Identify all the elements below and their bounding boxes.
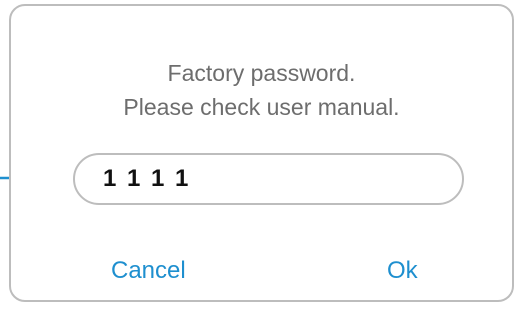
password-field[interactable]: 1 1 1 1 (73, 153, 464, 205)
message-line-1: Factory password. (167, 60, 356, 86)
ok-button[interactable]: Ok (387, 257, 418, 285)
dialog-message: Factory password. Please check user manu… (11, 56, 512, 124)
password-value: 1 1 1 1 (103, 165, 191, 192)
cancel-button[interactable]: Cancel (111, 257, 186, 285)
message-line-2: Please check user manual. (123, 94, 400, 120)
screen: Factory password. Please check user manu… (0, 0, 524, 313)
password-dialog: Factory password. Please check user manu… (9, 4, 514, 302)
